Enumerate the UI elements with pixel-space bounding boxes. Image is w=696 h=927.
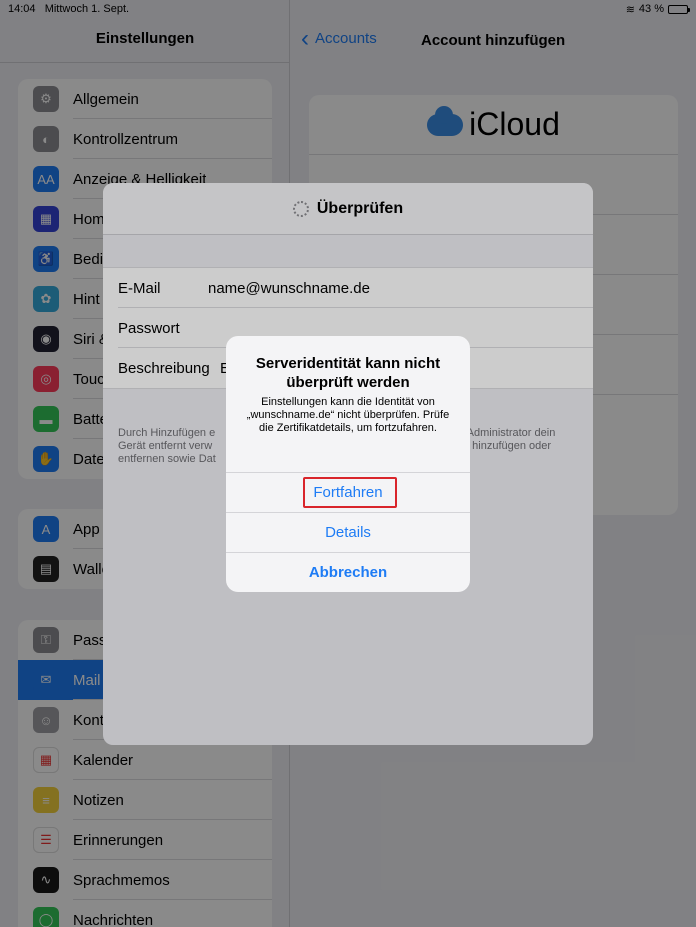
alert-message: Einstellungen kann die Identität von „wu… <box>246 396 450 434</box>
server-identity-alert: Serveridentität kann nicht überprüft wer… <box>226 336 470 592</box>
alert-buttons: Fortfahren Details Abbrechen <box>226 472 470 592</box>
highlight-box <box>303 477 397 508</box>
details-label: Details <box>325 524 371 541</box>
cancel-label: Abbrechen <box>308 564 388 581</box>
details-button[interactable]: Details <box>226 512 470 552</box>
continue-button[interactable]: Fortfahren <box>226 472 470 512</box>
cancel-button[interactable]: Abbrechen <box>226 552 470 592</box>
alert-title: Serveridentität kann nicht überprüft wer… <box>255 355 441 391</box>
